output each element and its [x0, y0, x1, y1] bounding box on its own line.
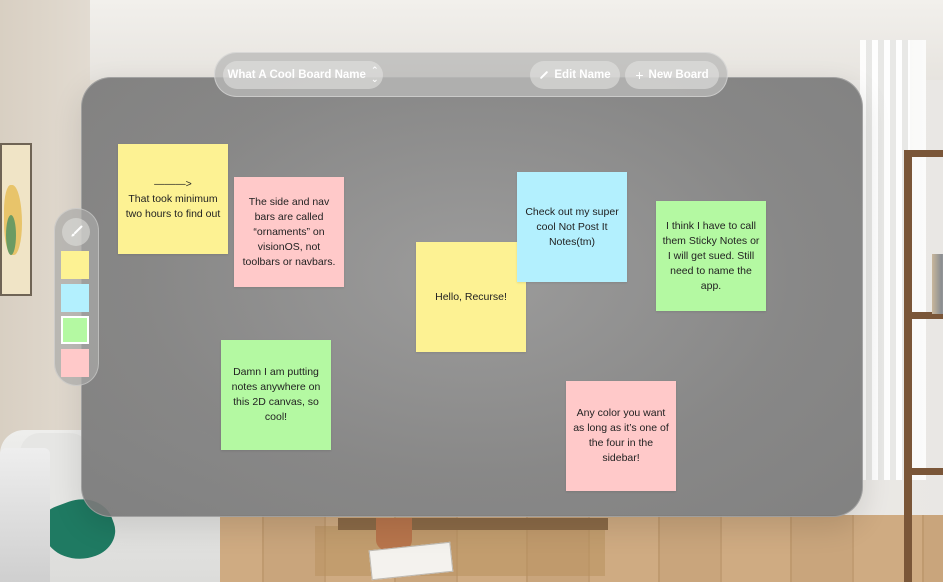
note-text: ———> That took minimum two hours to find …: [125, 177, 221, 220]
chevron-up-down-icon: ⌃ ⌄: [370, 65, 379, 84]
note-text: I think I have to call them Sticky Notes…: [662, 219, 760, 292]
plus-icon: +: [635, 67, 644, 83]
note-text: Damn I am putting notes anywhere on this…: [231, 366, 321, 423]
note-text: Hello, Recurse!: [435, 290, 507, 303]
board-picker-label: What A Cool Board Name: [227, 69, 366, 81]
color-sidebar-ornament: [54, 208, 99, 386]
wall-painting: [0, 143, 32, 296]
new-board-label: New Board: [648, 69, 709, 81]
sticky-note[interactable]: Check out my super cool Not Post It Note…: [517, 172, 627, 282]
bookshelf: [904, 150, 943, 582]
edit-name-button[interactable]: Edit Name: [530, 61, 620, 89]
sticky-note[interactable]: I think I have to call them Sticky Notes…: [656, 201, 766, 311]
sticky-note[interactable]: The side and nav bars are called “orname…: [234, 177, 344, 287]
note-text: Any color you want as long as it’s one o…: [573, 407, 669, 464]
curtain: [860, 40, 910, 480]
plant-pot: [376, 518, 412, 550]
floor-lamp: [0, 448, 50, 582]
new-board-button[interactable]: + New Board: [625, 61, 719, 89]
board-picker-button[interactable]: What A Cool Board Name ⌃ ⌄: [223, 61, 383, 89]
note-text: Check out my super cool Not Post It Note…: [525, 205, 619, 248]
rug: [315, 526, 605, 576]
edit-name-label: Edit Name: [554, 69, 611, 81]
paintbrush-icon: [71, 225, 83, 237]
swatch-green[interactable]: [61, 316, 89, 344]
note-text: The side and nav bars are called “orname…: [242, 195, 336, 268]
board-canvas[interactable]: ———> That took minimum two hours to find …: [81, 77, 863, 517]
swatch-pink[interactable]: [61, 349, 89, 377]
sticky-note[interactable]: Hello, Recurse!: [416, 242, 526, 352]
pencil-icon: [540, 70, 549, 80]
paintbrush-button[interactable]: [62, 218, 90, 246]
sticky-note[interactable]: ———> That took minimum two hours to find …: [118, 144, 228, 254]
swatch-yellow[interactable]: [61, 251, 89, 279]
sticky-note[interactable]: Any color you want as long as it’s one o…: [566, 381, 676, 491]
nav-ornament: What A Cool Board Name ⌃ ⌄ Edit Name + Ne…: [214, 52, 728, 97]
swatch-blue[interactable]: [61, 284, 89, 312]
sticky-note[interactable]: Damn I am putting notes anywhere on this…: [221, 340, 331, 450]
